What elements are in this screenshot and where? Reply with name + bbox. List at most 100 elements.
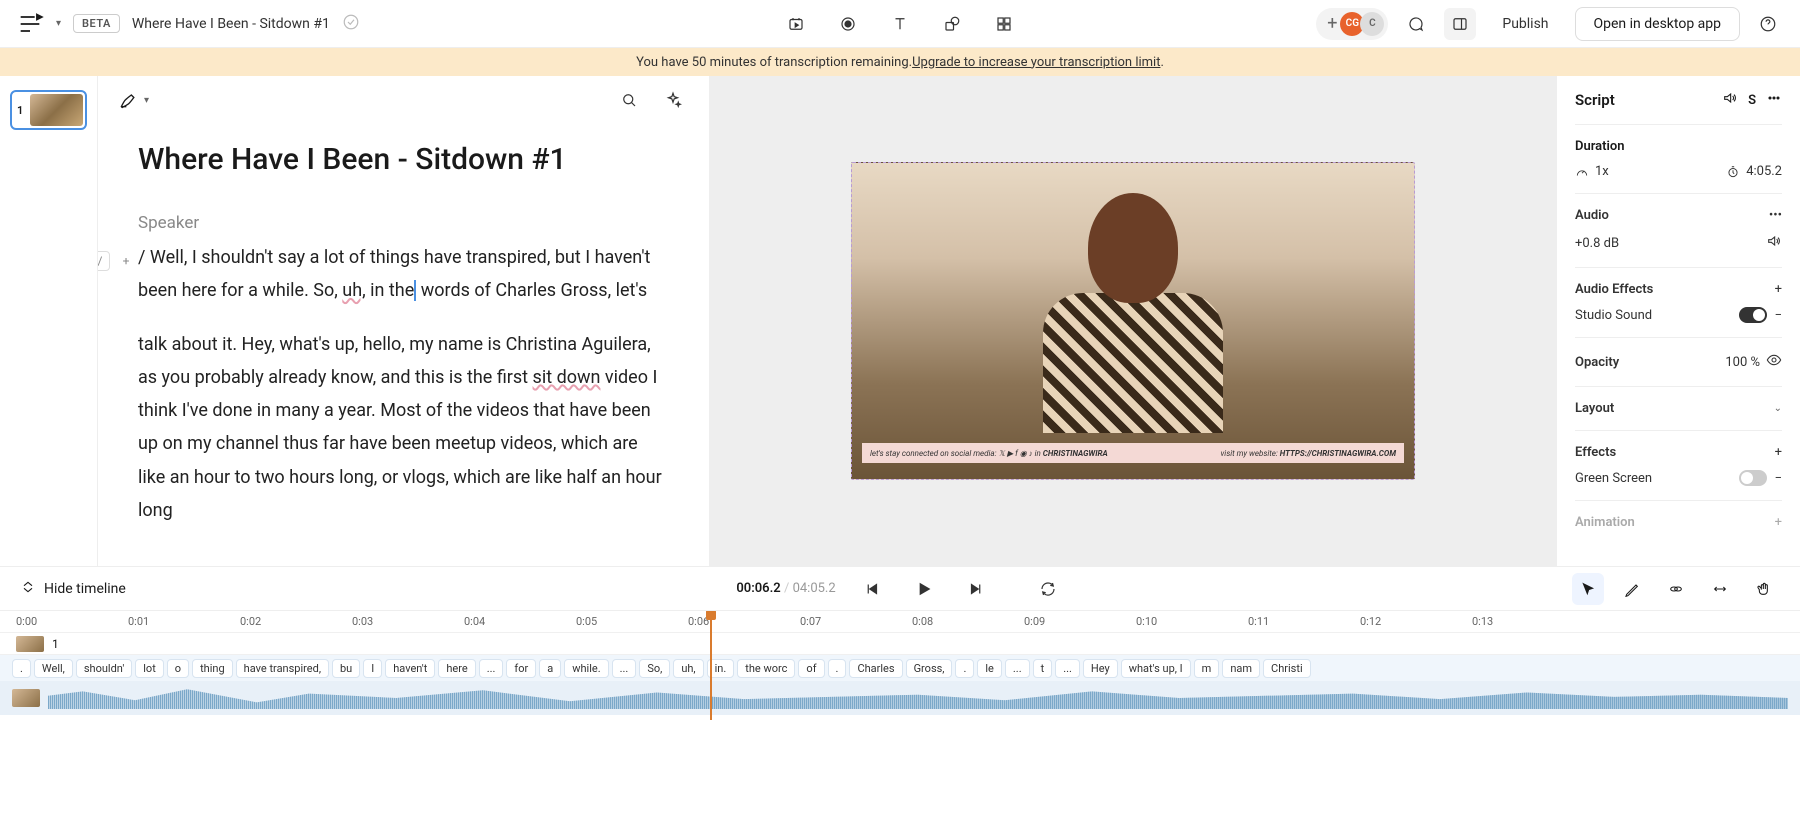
word-chip[interactable]: a [539,659,561,678]
green-screen-toggle[interactable] [1739,470,1767,486]
audio-more-icon[interactable]: ••• [1769,208,1782,223]
hide-timeline-button[interactable]: Hide timeline [44,581,126,597]
video-preview[interactable]: let's stay connected on social media: 𝕏 … [710,76,1556,566]
word-chip[interactable]: Christi [1263,659,1311,678]
word-chip[interactable]: Well, [34,659,73,678]
word-chip[interactable]: o [167,659,189,678]
word-chip[interactable]: Hey [1083,659,1118,678]
word-chip[interactable]: of [798,659,824,678]
ruler-tick: 0:08 [912,615,933,628]
publish-button[interactable]: Publish [1488,10,1562,38]
link-tool-icon[interactable] [1660,573,1692,605]
avatar-user-2[interactable]: C [1360,12,1384,36]
media-icon[interactable] [780,8,812,40]
word-chip[interactable]: what's up, I [1121,659,1191,678]
resize-tool-icon[interactable] [1704,573,1736,605]
templates-icon[interactable] [988,8,1020,40]
word-chip[interactable]: bu [332,659,360,678]
word-chip[interactable]: I [363,659,382,678]
studio-sound-toggle[interactable] [1739,307,1767,323]
word-chip[interactable]: ... [612,659,637,678]
remove-effect-icon[interactable]: − [1775,308,1782,323]
line-marker[interactable]: / [98,251,110,271]
play-icon[interactable] [908,573,940,605]
volume-icon[interactable] [1722,90,1738,110]
timeline-ruler[interactable]: 0:000:010:020:030:040:050:060:070:080:09… [0,611,1800,633]
word-chip[interactable]: ... [1005,659,1030,678]
open-desktop-button[interactable]: Open in desktop app [1575,7,1740,41]
word-chip[interactable]: Charles [849,659,902,678]
word-chip[interactable]: lot [135,659,164,678]
record-icon[interactable] [832,8,864,40]
panel-title: Script [1575,91,1712,109]
opacity-value[interactable]: 100 % [1725,355,1760,370]
word-chip[interactable]: here [438,659,475,678]
help-icon[interactable] [1752,8,1784,40]
word-chip[interactable]: . [955,659,974,678]
timeline[interactable]: 0:000:010:020:030:040:050:060:070:080:09… [0,610,1800,720]
video-frame[interactable]: let's stay connected on social media: 𝕏 … [851,162,1415,480]
panel-toggle-icon[interactable] [1444,8,1476,40]
comments-icon[interactable] [1400,8,1432,40]
chevron-down-icon[interactable]: ▾ [56,18,61,29]
word-chip[interactable]: haven't [385,659,435,678]
waveform-track[interactable] [0,681,1800,715]
word-chip[interactable]: the worc [737,659,795,678]
visibility-icon[interactable] [1766,352,1782,372]
ruler-tick: 0:07 [800,615,821,628]
audio-volume-icon[interactable] [1766,233,1782,253]
document-title[interactable]: Where Have I Been - Sitdown #1 [132,16,330,32]
word-chip[interactable]: for [506,659,536,678]
text-icon[interactable] [884,8,916,40]
prev-icon[interactable] [856,573,888,605]
duration-label: Duration [1575,139,1782,154]
word-chip[interactable]: uh, [673,659,703,678]
word-chip[interactable]: nam [1222,659,1260,678]
word-chip[interactable]: thing [192,659,233,678]
timeline-collapse-icon[interactable] [20,579,36,599]
blade-tool-icon[interactable] [1616,573,1648,605]
word-chip[interactable]: . [12,659,31,678]
word-chip[interactable]: So, [639,659,670,678]
upgrade-link[interactable]: Upgrade to increase your transcription l… [912,55,1160,70]
shapes-icon[interactable] [936,8,968,40]
gain-value[interactable]: +0.8 dB [1575,236,1619,251]
remove-green-icon[interactable]: − [1775,471,1782,486]
add-line-button[interactable]: + [116,251,136,271]
word-chip[interactable]: ... [1055,659,1080,678]
word-chip[interactable]: ... [479,659,504,678]
hand-tool-icon[interactable] [1748,573,1780,605]
animation-section[interactable]: Animation+ [1575,515,1782,530]
search-icon[interactable] [613,84,645,116]
loop-icon[interactable] [1032,573,1064,605]
properties-panel: Script S Duration 1x 4:05.2 Audio••• +0.… [1556,76,1800,566]
select-tool-icon[interactable] [1572,573,1604,605]
app-menu[interactable] [16,10,44,38]
word-chip[interactable]: while. [564,659,608,678]
word-chip[interactable]: . [828,659,847,678]
next-icon[interactable] [960,573,992,605]
word-chip[interactable]: m [1194,659,1220,678]
track-header[interactable]: 1 [0,633,1800,655]
speaker-label[interactable]: Speaker [138,213,669,233]
page-title[interactable]: Where Have I Been - Sitdown #1 [138,142,669,177]
edit-tool-dropdown[interactable]: ▾ [118,90,149,110]
word-chip[interactable]: le [977,659,1002,678]
word-chip[interactable]: t [1033,659,1053,678]
transcript-text[interactable]: / Well, I shouldn't say a lot of things … [138,241,669,527]
word-track[interactable]: .Well,shouldn'lotothinghave transpired,b… [0,655,1800,681]
collaborators[interactable]: + CG C [1316,8,1388,40]
word-chip[interactable]: Gross, [906,659,953,678]
speaker-initial-button[interactable]: S [1748,93,1756,108]
playhead[interactable] [710,611,712,720]
more-icon[interactable] [1766,90,1782,110]
scene-thumbnail-1[interactable]: 1 [10,90,87,130]
layout-section[interactable]: Layout⌄ [1575,401,1782,416]
word-chip[interactable]: have transpired, [236,659,329,678]
track-thumbnail [16,636,44,652]
word-chip[interactable]: shouldn' [76,659,132,678]
speed-control[interactable]: 1x [1575,164,1609,179]
add-fx-icon[interactable]: + [1775,445,1782,460]
sparkle-icon[interactable] [657,84,689,116]
add-effect-icon[interactable]: + [1775,282,1782,297]
